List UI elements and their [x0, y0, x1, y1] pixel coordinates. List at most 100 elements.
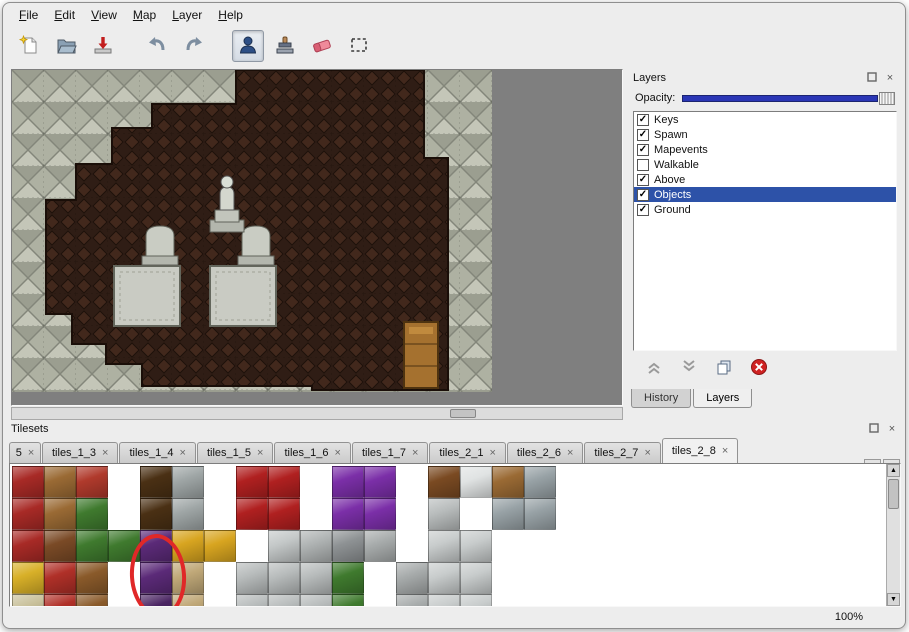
opacity-slider[interactable]	[682, 91, 895, 106]
save-file-button[interactable]	[87, 30, 119, 62]
tile-cell[interactable]	[236, 562, 268, 594]
tile-cell[interactable]	[492, 530, 524, 562]
tile-cell[interactable]	[300, 466, 332, 498]
tile-cell[interactable]	[204, 530, 236, 562]
map-view[interactable]	[11, 69, 623, 406]
layer-row-spawn[interactable]: ✓Spawn	[634, 127, 896, 142]
tab-close-icon[interactable]: ×	[180, 448, 186, 459]
tile-cell[interactable]	[492, 562, 524, 594]
tile-cell[interactable]	[300, 530, 332, 562]
tile-cell[interactable]	[428, 498, 460, 530]
menu-item-help[interactable]: Help	[210, 4, 251, 26]
menu-item-layer[interactable]: Layer	[164, 4, 210, 26]
tile-cell[interactable]	[236, 594, 268, 607]
tile-cell[interactable]	[524, 466, 556, 498]
tab-close-icon[interactable]: ×	[722, 446, 728, 457]
tile-cell[interactable]	[140, 498, 172, 530]
tile-cell[interactable]	[492, 594, 524, 607]
tile-cell[interactable]	[364, 466, 396, 498]
tile-cell[interactable]	[364, 498, 396, 530]
tile-cell[interactable]	[268, 498, 300, 530]
layer-row-above[interactable]: ✓Above	[634, 172, 896, 187]
tile-cell[interactable]	[268, 466, 300, 498]
panel-close-button[interactable]: ×	[885, 422, 899, 436]
duplicate-layer-button[interactable]	[713, 358, 735, 378]
tileset-tab-tiles_1_5[interactable]: tiles_1_5×	[197, 442, 273, 463]
tile-cell[interactable]	[236, 466, 268, 498]
lower-layer-button[interactable]	[678, 358, 700, 378]
tileset-tab-tiles_1_7[interactable]: tiles_1_7×	[352, 442, 428, 463]
tile-cell[interactable]	[204, 466, 236, 498]
tile-cell[interactable]	[300, 562, 332, 594]
tile-cell[interactable]	[108, 466, 140, 498]
layer-visibility-checkbox[interactable]: ✓	[637, 189, 649, 201]
tab-close-icon[interactable]: ×	[489, 448, 495, 459]
undo-button[interactable]	[141, 30, 173, 62]
tile-cell[interactable]	[12, 466, 44, 498]
tile-cell[interactable]	[108, 530, 140, 562]
layer-visibility-checkbox[interactable]: ✓	[637, 174, 649, 186]
tile-cell[interactable]	[460, 594, 492, 607]
tile-cell[interactable]	[12, 594, 44, 607]
character-tool-button[interactable]	[232, 30, 264, 62]
panel-float-button[interactable]	[867, 422, 881, 436]
layer-row-objects[interactable]: ✓Objects	[634, 187, 896, 202]
tab-close-icon[interactable]: ×	[567, 448, 573, 459]
tile-cell[interactable]	[236, 530, 268, 562]
tile-cell[interactable]	[76, 530, 108, 562]
tile-cell[interactable]	[44, 562, 76, 594]
tile-cell[interactable]	[108, 594, 140, 607]
tile-cell[interactable]	[108, 562, 140, 594]
tile-cell[interactable]	[44, 594, 76, 607]
tile-cell[interactable]	[396, 498, 428, 530]
tile-cell[interactable]	[140, 594, 172, 607]
opacity-slider-handle[interactable]	[879, 92, 895, 105]
tile-cell[interactable]	[460, 562, 492, 594]
tile-cell[interactable]	[428, 594, 460, 607]
layer-visibility-checkbox[interactable]: ✓	[637, 129, 649, 141]
tile-cell[interactable]	[428, 562, 460, 594]
tab-history[interactable]: History	[631, 389, 691, 408]
tile-cell[interactable]	[364, 530, 396, 562]
tab-layers[interactable]: Layers	[693, 389, 752, 408]
open-file-button[interactable]	[50, 30, 82, 62]
tile-cell[interactable]	[268, 530, 300, 562]
stamp-tool-button[interactable]	[269, 30, 301, 62]
tile-cell[interactable]	[364, 562, 396, 594]
tile-cell[interactable]	[76, 466, 108, 498]
layer-row-keys[interactable]: ✓Keys	[634, 112, 896, 127]
tab-close-icon[interactable]: ×	[644, 448, 650, 459]
tile-cell[interactable]	[108, 498, 140, 530]
scrollbar-thumb[interactable]	[888, 479, 899, 509]
tile-cell[interactable]	[492, 498, 524, 530]
tile-cell[interactable]	[76, 562, 108, 594]
tile-cell[interactable]	[12, 498, 44, 530]
tile-cell[interactable]	[236, 498, 268, 530]
scroll-up-button[interactable]: ▲	[887, 464, 900, 477]
layer-visibility-checkbox[interactable]: ✓	[637, 204, 649, 216]
map-horizontal-scrollbar[interactable]	[11, 407, 623, 420]
tile-cell[interactable]	[396, 530, 428, 562]
tile-cell[interactable]	[44, 466, 76, 498]
tile-cell[interactable]	[140, 530, 172, 562]
tile-cell[interactable]	[172, 562, 204, 594]
tile-cell[interactable]	[524, 594, 556, 607]
layer-visibility-checkbox[interactable]	[637, 159, 649, 171]
tileset-tab-tiles_1_4[interactable]: tiles_1_4×	[119, 442, 195, 463]
tile-cell[interactable]	[460, 498, 492, 530]
tab-close-icon[interactable]: ×	[28, 448, 34, 459]
layer-row-ground[interactable]: ✓Ground	[634, 202, 896, 217]
tileset-tab-tiles_2_1[interactable]: tiles_2_1×	[429, 442, 505, 463]
tile-cell[interactable]	[44, 498, 76, 530]
tab-close-icon[interactable]: ×	[102, 448, 108, 459]
tile-cell[interactable]	[332, 594, 364, 607]
tile-cell[interactable]	[300, 498, 332, 530]
tile-cell[interactable]	[492, 466, 524, 498]
eraser-tool-button[interactable]	[306, 30, 338, 62]
tileset-tab-tiles_2_8[interactable]: tiles_2_8×	[662, 438, 738, 463]
tile-cell[interactable]	[396, 466, 428, 498]
menu-item-file[interactable]: File	[11, 4, 46, 26]
selection-tool-button[interactable]	[343, 30, 375, 62]
tile-cell[interactable]	[332, 562, 364, 594]
tileset-tab-tiles_1_3[interactable]: tiles_1_3×	[42, 442, 118, 463]
